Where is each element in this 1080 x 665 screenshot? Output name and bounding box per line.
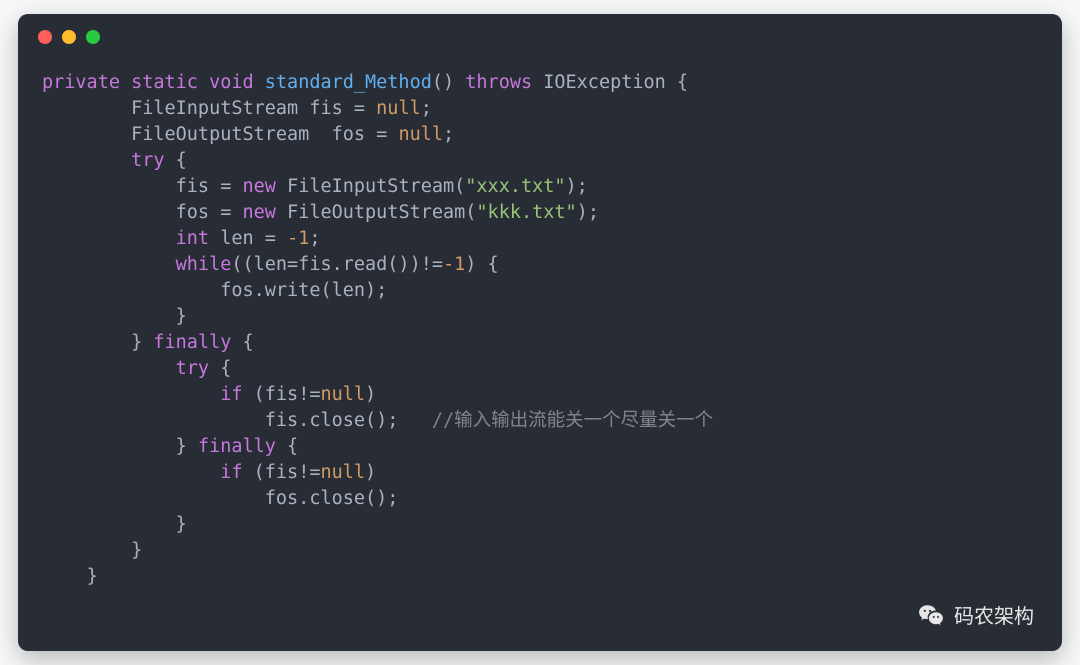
punct: { <box>231 332 253 353</box>
statement: fis.close(); <box>265 410 399 431</box>
keyword-void: void <box>209 72 254 93</box>
punct: = <box>254 228 287 249</box>
keyword-finally: finally <box>198 436 276 457</box>
punct: ; <box>577 176 588 197</box>
keyword-try: try <box>176 358 209 379</box>
punct: { <box>276 436 298 457</box>
type-name: FileOutputStream <box>287 202 465 223</box>
identifier: fis <box>176 176 209 197</box>
identifier: len <box>220 228 253 249</box>
expr: ((len=fis.read())!= <box>231 254 443 275</box>
watermark: 码农架构 <box>918 600 1034 629</box>
punct: } <box>131 540 142 561</box>
punct: ) <box>365 462 376 483</box>
number-literal: -1 <box>443 254 465 275</box>
statement: fos.write(len); <box>220 280 387 301</box>
keyword-if: if <box>220 384 242 405</box>
punct: = <box>209 176 242 197</box>
identifier: fos <box>176 202 209 223</box>
punct: ) <box>465 254 476 275</box>
null-literal: null <box>320 384 365 405</box>
keyword-if: if <box>220 462 242 483</box>
keyword-try: try <box>131 150 164 171</box>
keyword-throws: throws <box>465 72 532 93</box>
wechat-icon <box>918 602 944 628</box>
expr: (fis!= <box>243 384 321 405</box>
null-literal: null <box>398 124 443 145</box>
punct: ; <box>443 124 454 145</box>
keyword-new: new <box>243 202 276 223</box>
punct: ) <box>577 202 588 223</box>
punct: } <box>176 514 187 535</box>
punct: = <box>343 98 376 119</box>
statement: fos.close(); <box>265 488 399 509</box>
number-literal: -1 <box>287 228 309 249</box>
string-literal: "xxx.txt" <box>465 176 565 197</box>
close-icon[interactable] <box>38 30 52 44</box>
minimize-icon[interactable] <box>62 30 76 44</box>
window-controls <box>38 30 100 44</box>
type-name: FileOutputStream <box>131 124 309 145</box>
punct: ( <box>454 176 465 197</box>
punct: } <box>176 436 187 457</box>
keyword-static: static <box>131 72 198 93</box>
punct: ; <box>421 98 432 119</box>
identifier: fis <box>309 98 342 119</box>
keyword-new: new <box>243 176 276 197</box>
punct: } <box>176 306 187 327</box>
keyword-private: private <box>42 72 120 93</box>
identifier: fos <box>332 124 365 145</box>
punct: () <box>432 72 454 93</box>
punct: ) <box>365 384 376 405</box>
punct: = <box>209 202 242 223</box>
punct: } <box>131 332 142 353</box>
exception-type: IOException <box>543 72 666 93</box>
keyword-int: int <box>176 228 209 249</box>
watermark-text: 码农架构 <box>954 600 1034 629</box>
punct: { <box>666 72 688 93</box>
code-window: private static void standard_Method() th… <box>18 14 1062 651</box>
method-name: standard_Method <box>265 72 432 93</box>
keyword-finally: finally <box>153 332 231 353</box>
punct: { <box>165 150 187 171</box>
code-block: private static void standard_Method() th… <box>42 70 1038 590</box>
zoom-icon[interactable] <box>86 30 100 44</box>
punct: ( <box>465 202 476 223</box>
punct: ; <box>588 202 599 223</box>
keyword-while: while <box>176 254 232 275</box>
null-literal: null <box>376 98 421 119</box>
punct: { <box>209 358 231 379</box>
punct: { <box>476 254 498 275</box>
punct: ; <box>309 228 320 249</box>
type-name: FileInputStream <box>287 176 454 197</box>
expr: (fis!= <box>243 462 321 483</box>
punct: = <box>365 124 398 145</box>
punct: } <box>87 566 98 587</box>
string-literal: "kkk.txt" <box>476 202 576 223</box>
type-name: FileInputStream <box>131 98 298 119</box>
punct: ) <box>566 176 577 197</box>
null-literal: null <box>320 462 365 483</box>
comment: //输入输出流能关一个尽量关一个 <box>432 410 713 431</box>
